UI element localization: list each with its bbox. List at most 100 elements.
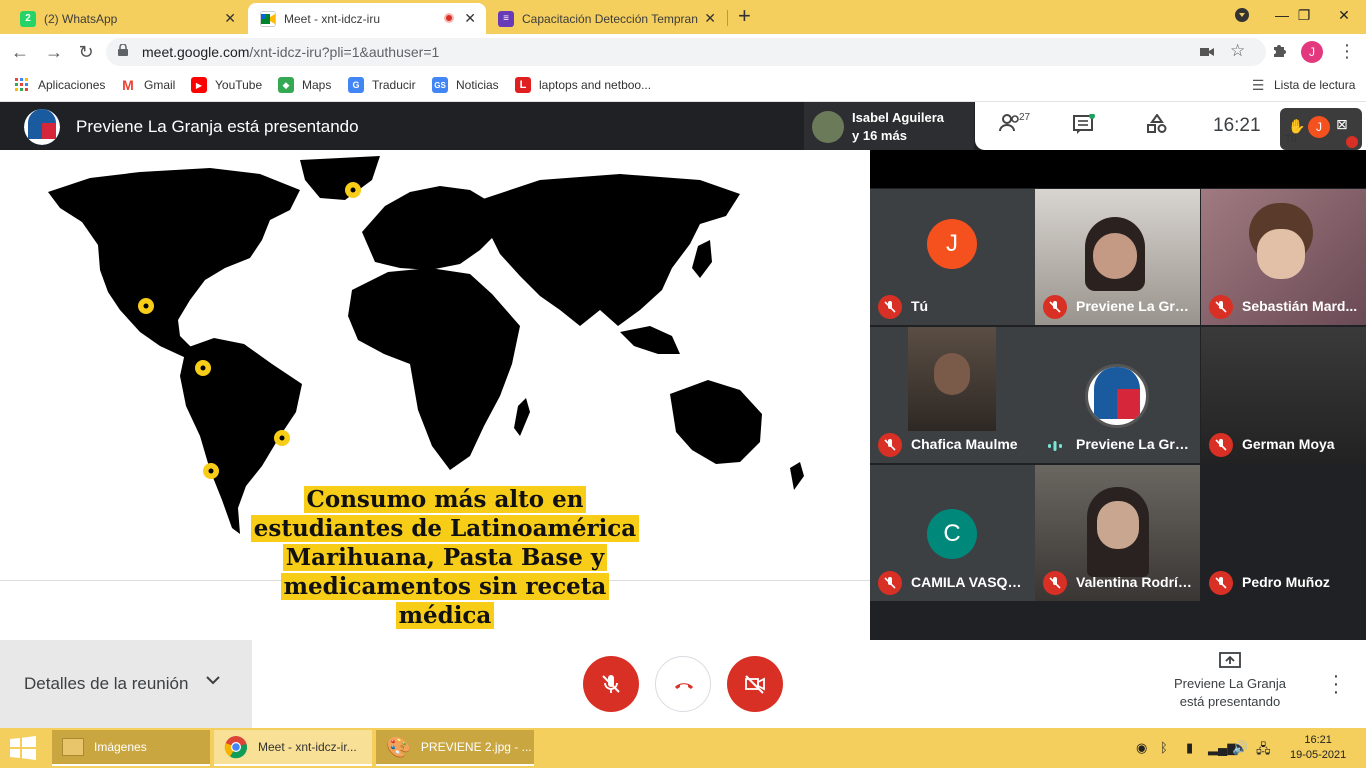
mic-off-icon: [1043, 295, 1067, 319]
mic-off-icon: [878, 571, 902, 595]
battery-icon[interactable]: ▮: [1186, 740, 1193, 756]
participant-video-face: [1097, 501, 1139, 549]
tab-whatsapp[interactable]: 2 (2) WhatsApp ✕: [8, 3, 246, 34]
laptops-site-icon: L: [515, 77, 531, 93]
reading-list[interactable]: ☰ Lista de lectura: [1250, 77, 1356, 93]
extensions-icon[interactable]: [1271, 43, 1287, 64]
tab-meet[interactable]: Meet - xnt-idcz-iru ✕: [248, 3, 486, 34]
bookmark-apps[interactable]: Aplicaciones: [14, 77, 105, 93]
mic-off-icon: [1346, 136, 1358, 148]
microphone-toggle-button[interactable]: [583, 656, 639, 712]
camera-toggle-button[interactable]: [727, 656, 783, 712]
participant-tile-pedro[interactable]: Pedro Muñoz: [1201, 465, 1366, 601]
taskbar-item-chrome[interactable]: Meet - xnt-idcz-ir...: [214, 730, 372, 766]
mic-off-icon: [1209, 295, 1233, 319]
participant-tile-camila[interactable]: C CAMILA VASQU...: [870, 465, 1035, 601]
participant-name: CAMILA VASQU...: [911, 574, 1029, 590]
star-icon[interactable]: ☆: [1230, 41, 1245, 61]
participant-tile-previene-2[interactable]: Previene La Gran...: [1035, 327, 1200, 463]
address-bar[interactable]: meet.google.com/xnt-idcz-iru?pli=1&authu…: [106, 38, 1266, 66]
presenting-title: Previene La Granja está presentando: [76, 117, 359, 136]
participant-name: Previene La Gran...: [1076, 298, 1194, 314]
folder-icon: [62, 738, 84, 756]
taskbar-label: Meet - xnt-idcz-ir...: [258, 740, 357, 754]
tab-title: (2) WhatsApp: [44, 11, 118, 26]
grid-top-band: [870, 150, 1366, 188]
participant-tile-chafica[interactable]: Chafica Maulme: [870, 327, 1035, 463]
speaking-icon: [1047, 439, 1063, 451]
close-icon[interactable]: ✕: [704, 10, 716, 26]
taskbar-label: Imágenes: [94, 740, 147, 754]
system-clock[interactable]: 16:21 19-05-2021: [1290, 733, 1346, 763]
caption-line: Consumo más alto en: [303, 486, 587, 513]
caption-line: estudiantes de Latinoamérica: [250, 515, 640, 542]
camera-icon[interactable]: [1200, 44, 1214, 61]
participant-name: Previene La Gran...: [1076, 436, 1194, 452]
reload-icon[interactable]: ↻: [74, 40, 98, 64]
close-window-icon[interactable]: ✕: [1324, 0, 1364, 30]
mic-off-icon: [1209, 571, 1233, 595]
presenting-status[interactable]: Previene La Granja está presentando: [1160, 652, 1300, 711]
back-icon[interactable]: ←: [8, 40, 32, 64]
participant-video-face: [1093, 233, 1137, 279]
mic-off-icon: [602, 675, 620, 693]
participant-tile-sebastian[interactable]: Sebastián Mard...: [1201, 189, 1366, 325]
tab-title: Meet - xnt-idcz-iru: [284, 11, 381, 26]
participant-tile-german[interactable]: German Moya: [1201, 327, 1366, 463]
chat-icon[interactable]: [1073, 113, 1095, 140]
chevron-down-icon: [206, 672, 220, 690]
more-options-icon[interactable]: · · ·: [1326, 666, 1346, 702]
restore-icon[interactable]: ❐: [1284, 0, 1324, 30]
meeting-details-button[interactable]: Detalles de la reunión: [0, 640, 252, 728]
tab-divider: [727, 10, 728, 26]
activities-icon[interactable]: [1147, 113, 1167, 140]
participant-tile-valentina[interactable]: Valentina Rodríg...: [1035, 465, 1200, 601]
bluetooth-icon[interactable]: ᛒ: [1160, 740, 1168, 755]
bookmark-traducir[interactable]: G Traducir: [348, 77, 416, 93]
new-tab-icon[interactable]: +: [738, 5, 751, 27]
leave-call-button[interactable]: [655, 656, 711, 712]
taskbar-item-imagenes[interactable]: Imágenes: [52, 730, 210, 766]
network-icon[interactable]: 🖧: [1256, 740, 1271, 762]
translate-icon: G: [348, 77, 364, 93]
bookmarks-bar: Aplicaciones M Gmail ▶ YouTube ◆ Maps G Trad…: [0, 70, 1366, 102]
bookmark-label: Noticias: [456, 78, 499, 92]
tab-search-icon[interactable]: [1222, 0, 1262, 30]
participant-tile-self[interactable]: J Tú: [870, 189, 1035, 325]
speaker-pip[interactable]: Isabel Aguilera y 16 más: [804, 102, 974, 152]
reading-list-label: Lista de lectura: [1274, 78, 1356, 92]
volume-icon[interactable]: 🔊: [1232, 740, 1248, 756]
participant-video-face: [1257, 229, 1305, 279]
participant-tile-previene-1[interactable]: Previene La Gran...: [1035, 189, 1200, 325]
profile-avatar[interactable]: J: [1301, 41, 1323, 63]
browser-toolbar: ← → ↻ meet.google.com/xnt-idcz-iru?pli=1…: [0, 34, 1366, 70]
menu-icon[interactable]: ⋮: [1338, 41, 1356, 62]
bookmark-gmail[interactable]: M Gmail: [120, 77, 175, 93]
tab-capacitacion[interactable]: ≡ Capacitación Detección Tempran ✕: [488, 3, 726, 34]
mic-off-icon: [1043, 571, 1067, 595]
close-icon[interactable]: ✕: [464, 10, 476, 26]
windows-start-icon[interactable]: [10, 736, 36, 765]
bookmark-noticias[interactable]: GS Noticias: [432, 77, 499, 93]
taskbar-label: PREVIENE 2.jpg - ...: [420, 740, 532, 754]
bookmark-youtube[interactable]: ▶ YouTube: [191, 77, 262, 93]
meeting-details-label: Detalles de la reunión: [24, 674, 189, 693]
presenter-logo: [24, 109, 60, 145]
bookmark-laptops[interactable]: Llaptops and netboo...: [515, 77, 651, 93]
meet-control-bar: Detalles de la reunión Previene La Granj…: [0, 640, 1366, 728]
lock-icon[interactable]: [118, 44, 128, 56]
participant-name: Valentina Rodríg...: [1076, 574, 1194, 590]
taskbar-item-previene[interactable]: 🎨 PREVIENE 2.jpg - ...: [376, 730, 534, 766]
raise-hand-icon: ✋: [1288, 118, 1306, 134]
windows-taskbar: Imágenes Meet - xnt-idcz-ir... 🎨 PREVIEN…: [0, 728, 1366, 768]
participant-name: Chafica Maulme: [911, 436, 1018, 452]
forward-icon[interactable]: →: [42, 40, 66, 64]
people-icon[interactable]: [999, 114, 1021, 138]
camera-tray-icon[interactable]: ◉: [1136, 740, 1147, 756]
participant-video-face: [934, 353, 970, 395]
mic-off-icon: [1209, 433, 1233, 457]
browser-tab-strip: 2 (2) WhatsApp ✕ Meet - xnt-idcz-iru ✕ ≡…: [0, 0, 1366, 34]
bookmark-maps[interactable]: ◆ Maps: [278, 77, 331, 93]
caption-line: Marihuana, Pasta Base y: [282, 544, 608, 571]
close-icon[interactable]: ✕: [224, 10, 236, 26]
